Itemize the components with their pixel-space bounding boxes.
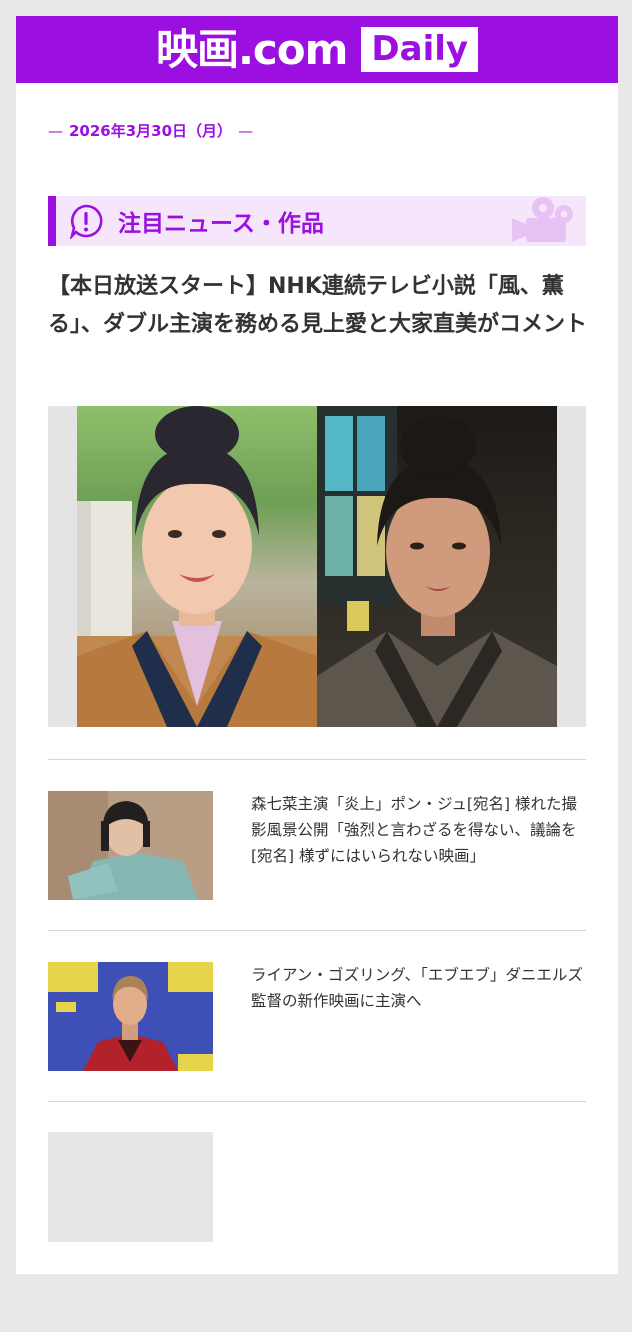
news-list-item[interactable]: ライアン・ゴズリング、「エブエブ」ダニエルズ監督の新作映画に主演へ (48, 962, 586, 1072)
newsletter-page: 映画.com Daily — 2026年3月30日（月） — 注目ニュース・作品… (16, 16, 618, 1274)
featured-photo-left (77, 406, 317, 727)
date-text: 2026年3月30日（月） (69, 122, 233, 140)
news-item-link[interactable]: ライアン・ゴズリング、「エブエブ」ダニエルズ監督の新作映画に主演へ (251, 962, 587, 1014)
header-bar[interactable]: 映画.com Daily (16, 16, 618, 83)
featured-headline-link[interactable]: 【本日放送スタート】NHK連続テレビ小説「風、薫る」、ダブル主演を務める見上愛と… (48, 268, 588, 344)
news-thumbnail-placeholder (48, 1132, 213, 1242)
date-dash-right: — (238, 121, 254, 140)
divider (48, 930, 586, 931)
featured-photo-right (317, 406, 557, 727)
logo-daily-badge: Daily (361, 27, 479, 72)
exclamation-circle-icon (69, 204, 103, 239)
divider (48, 1101, 586, 1102)
divider (48, 759, 586, 760)
date-dash-left: — (48, 121, 63, 140)
issue-date: — 2026年3月30日（月） — (48, 120, 253, 141)
movie-camera-icon (512, 197, 573, 242)
news-thumbnail[interactable] (48, 791, 213, 900)
news-item-link[interactable]: 森七菜主演「炎上」ポン・ジュ[宛名] 様れた撮影風景公開「強烈と言わざるを得ない… (251, 791, 587, 869)
news-list-item[interactable]: 森七菜主演「炎上」ポン・ジュ[宛名] 様れた撮影風景公開「強烈と言わざるを得ない… (48, 791, 586, 901)
news-thumbnail[interactable] (48, 962, 213, 1071)
featured-image[interactable] (48, 406, 586, 727)
logo-text[interactable]: 映画.com (156, 28, 348, 71)
section-title: 注目ニュース・作品 (118, 211, 324, 237)
section-header: 注目ニュース・作品 (48, 196, 586, 246)
